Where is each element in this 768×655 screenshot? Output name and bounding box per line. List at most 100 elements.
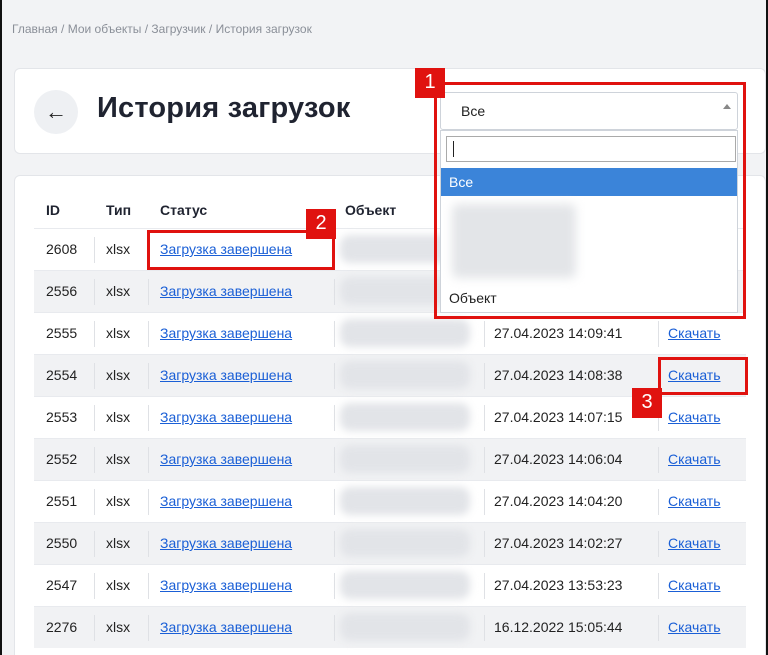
cell-id: 2554 — [46, 367, 78, 383]
cell-download: Скачать — [668, 313, 721, 354]
column-header-type: Тип — [106, 202, 132, 218]
column-separator — [148, 573, 149, 599]
cell-status-link[interactable]: Загрузка завершена — [160, 577, 292, 593]
cell-status: Загрузка завершена — [160, 355, 292, 396]
cell-download-link[interactable]: Скачать — [668, 535, 721, 551]
breadcrumb-objects[interactable]: Мои объекты — [68, 22, 142, 36]
cell-download-link[interactable]: Скачать — [668, 451, 721, 467]
table-row: 2552 xlsx Загрузка завершена 27.04.2023 14:… — [34, 438, 746, 480]
cell-status: Загрузка завершена — [160, 313, 292, 354]
column-separator — [334, 279, 335, 305]
cell-id: 2556 — [46, 283, 78, 299]
column-separator — [334, 573, 335, 599]
cell-status-link[interactable]: Загрузка завершена — [160, 619, 292, 635]
cell-id: 2547 — [46, 577, 78, 593]
cell-download: Скачать — [668, 565, 721, 606]
cell-status-link[interactable]: Загрузка завершена — [160, 409, 292, 425]
annotation-badge-1: 1 — [415, 68, 445, 98]
cell-type: xlsx — [106, 493, 131, 509]
cell-type: xlsx — [106, 325, 131, 341]
column-separator — [658, 321, 659, 347]
cell-download-link[interactable]: Скачать — [668, 325, 721, 341]
cell-download: Скачать — [668, 481, 721, 522]
annotation-badge-2: 2 — [306, 209, 336, 239]
column-separator — [148, 405, 149, 431]
cell-status: Загрузка завершена — [160, 607, 292, 648]
column-separator — [484, 363, 485, 389]
cell-download: Скачать — [668, 607, 721, 648]
cell-status-link[interactable]: Загрузка завершена — [160, 283, 292, 299]
cell-id: 2276 — [46, 619, 78, 635]
column-separator — [94, 237, 95, 263]
back-button[interactable]: ← — [34, 90, 78, 134]
cell-date: 27.04.2023 14:02:27 — [494, 535, 623, 551]
cell-object-blurred — [340, 403, 470, 431]
cell-download: Скачать — [668, 523, 721, 564]
highlight-box-1 — [434, 82, 746, 319]
column-separator — [334, 615, 335, 641]
cell-id: 2552 — [46, 451, 78, 467]
column-separator — [334, 531, 335, 557]
cell-object-blurred — [340, 613, 470, 641]
column-header-id: ID — [46, 202, 60, 218]
cell-status: Загрузка завершена — [160, 439, 292, 480]
page-title: История загрузок — [97, 92, 351, 124]
cell-status: Загрузка завершена — [160, 397, 292, 438]
cell-status-link[interactable]: Загрузка завершена — [160, 535, 292, 551]
cell-status: Загрузка завершена — [160, 565, 292, 606]
column-header-status: Статус — [160, 202, 208, 218]
cell-object-blurred — [340, 319, 470, 347]
cell-object-blurred — [340, 487, 470, 515]
column-separator — [148, 531, 149, 557]
column-separator — [334, 489, 335, 515]
column-separator — [484, 321, 485, 347]
cell-download: Скачать — [668, 439, 721, 480]
cell-status-link[interactable]: Загрузка завершена — [160, 325, 292, 341]
column-separator — [334, 363, 335, 389]
cell-status-link[interactable]: Загрузка завершена — [160, 367, 292, 383]
column-separator — [94, 447, 95, 473]
column-separator — [148, 321, 149, 347]
left-frame-border — [0, 0, 2, 655]
cell-status-link[interactable]: Загрузка завершена — [160, 451, 292, 467]
column-separator — [148, 489, 149, 515]
column-separator — [148, 447, 149, 473]
column-separator — [148, 615, 149, 641]
cell-date: 16.12.2022 15:05:44 — [494, 619, 623, 635]
cell-id: 2553 — [46, 409, 78, 425]
cell-type: xlsx — [106, 409, 131, 425]
annotation-badge-3: 3 — [632, 388, 662, 418]
table-row: 2547 xlsx Загрузка завершена 27.04.2023 13:… — [34, 564, 746, 606]
cell-type: xlsx — [106, 451, 131, 467]
cell-download-link[interactable]: Скачать — [668, 493, 721, 509]
cell-id: 2551 — [46, 493, 78, 509]
cell-download-link[interactable]: Скачать — [668, 577, 721, 593]
cell-download-link[interactable]: Скачать — [668, 409, 721, 425]
breadcrumb-home[interactable]: Главная — [12, 22, 58, 36]
cell-date: 27.04.2023 14:07:15 — [494, 409, 623, 425]
table-row: 2550 xlsx Загрузка завершена 27.04.2023 14:… — [34, 522, 746, 564]
breadcrumb-separator: / — [61, 22, 68, 36]
arrow-left-icon: ← — [45, 99, 67, 124]
cell-date: 27.04.2023 14:08:38 — [494, 367, 623, 383]
column-separator — [484, 573, 485, 599]
breadcrumb: Главная / Мои объекты / Загрузчик / Исто… — [12, 22, 312, 36]
cell-date: 27.04.2023 14:04:20 — [494, 493, 623, 509]
column-separator — [148, 363, 149, 389]
column-separator — [658, 531, 659, 557]
column-separator — [484, 531, 485, 557]
cell-id: 2608 — [46, 241, 78, 257]
cell-type: xlsx — [106, 241, 131, 257]
cell-type: xlsx — [106, 367, 131, 383]
cell-download: Скачать — [668, 397, 721, 438]
breadcrumb-current: История загрузок — [215, 22, 312, 36]
cell-download-link[interactable]: Скачать — [668, 619, 721, 635]
column-header-object: Объект — [345, 202, 397, 218]
table-row: 2551 xlsx Загрузка завершена 27.04.2023 14:… — [34, 480, 746, 522]
column-separator — [94, 321, 95, 347]
breadcrumb-loader[interactable]: Загрузчик — [151, 22, 205, 36]
cell-status-link[interactable]: Загрузка завершена — [160, 493, 292, 509]
column-separator — [94, 531, 95, 557]
column-separator — [94, 615, 95, 641]
column-separator — [484, 489, 485, 515]
